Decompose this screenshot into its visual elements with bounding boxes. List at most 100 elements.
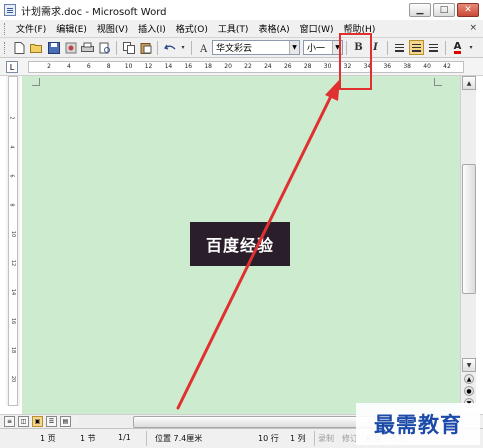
close-button[interactable]: ✕ [457,3,479,17]
align-center-icon [412,43,421,52]
align-right-icon [429,43,438,52]
save-button[interactable] [46,40,61,55]
outline-view-button[interactable]: ☰ [46,416,57,427]
ruler-number: 12 [144,63,153,70]
brand-watermark: 最需教育 [356,403,480,445]
toolbar-grip[interactable] [4,41,7,54]
undo-icon [163,44,175,50]
toolbar-separator [445,40,446,55]
ruler-number: 2 [47,63,51,70]
svg-text:A: A [199,44,208,54]
status-line: 10 行 [258,434,279,443]
vertical-ruler[interactable]: 2 4 6 8 10 12 14 16 18 20 [8,76,18,406]
menu-view[interactable]: 视图(V) [92,22,133,35]
clipboard-icon [140,42,151,54]
vertical-ruler-number: 20 [10,375,17,383]
vertical-ruler-number: 12 [10,259,17,267]
new-document-button[interactable] [12,40,27,55]
print-preview-button[interactable] [97,40,112,55]
menu-format[interactable]: 格式(O) [171,22,213,35]
normal-view-button[interactable]: ≡ [4,416,15,427]
word-document-icon [4,4,16,16]
horizontal-ruler[interactable]: 2 4 6 8 10 12 14 16 18 20 22 24 26 28 30 32 34 36 38 40 42 [28,61,464,73]
align-right-button[interactable] [426,40,441,55]
menu-bar: 文件(F) 编辑(E) 视图(V) 插入(I) 格式(O) 工具(T) 表格(A… [0,20,483,38]
align-center-button[interactable] [409,40,424,55]
status-page-of: 1/1 [118,433,131,442]
menu-grip[interactable] [4,22,7,35]
vertical-scroll-thumb[interactable] [462,164,476,294]
text-style-icon: A [199,44,208,54]
status-section: 1 节 [80,434,96,443]
vertical-ruler-number: 16 [10,317,17,325]
document-close-button[interactable]: × [469,23,477,33]
scroll-up-button[interactable]: ▲ [462,76,476,90]
new-document-icon [14,41,25,54]
undo-button[interactable] [162,40,177,55]
status-page: 1 页 [40,434,56,443]
browse-object-button[interactable]: ● [464,386,474,396]
toolbar-separator [116,40,117,55]
title-bar: 计划需求.doc - Microsoft Word ▁ □ ✕ [0,0,483,20]
print-layout-view-button[interactable]: ▣ [32,416,43,427]
print-button[interactable] [80,40,95,55]
font-size-combobox[interactable]: 小一 ▼ [303,40,343,55]
copy-button[interactable] [121,40,136,55]
scroll-down-button[interactable]: ▼ [462,358,476,372]
font-color-icon: A [453,40,462,54]
font-color-button[interactable]: A [450,40,465,55]
maximize-button[interactable]: □ [433,3,455,17]
vertical-ruler-number: 2 [8,116,15,120]
vertical-ruler-number: 14 [10,288,17,296]
font-size-value: 小一 [307,44,326,54]
align-left-icon [395,43,404,52]
font-name-combobox[interactable]: 华文彩云 ▼ [212,40,300,55]
web-layout-view-button[interactable]: ◫ [18,416,29,427]
ruler-number: 40 [423,63,431,70]
vertical-scrollbar[interactable]: ▲ ▼ ▲ ● ▼ [460,76,476,414]
tab-selector[interactable]: L [6,61,18,73]
menu-edit[interactable]: 编辑(E) [51,22,92,35]
ruler-number: 30 [323,63,332,70]
window-title: 计划需求.doc - Microsoft Word [21,6,167,18]
menu-insert[interactable]: 插入(I) [133,22,171,35]
document-text-selection[interactable]: 百度经验 [190,222,290,266]
menu-window[interactable]: 窗口(W) [295,22,339,35]
highlight-box [339,33,372,90]
previous-page-button[interactable]: ▲ [464,374,474,384]
ruler-number: 38 [403,63,412,70]
vertical-ruler-number: 18 [10,346,17,354]
status-record[interactable]: 录制 [318,433,334,444]
paste-button[interactable] [138,40,153,55]
minimize-button[interactable]: ▁ [409,3,431,17]
window-controls: ▁ □ ✕ [409,3,479,17]
open-button[interactable] [29,40,44,55]
horizontal-scroll-thumb[interactable] [133,416,383,428]
ruler-number: 8 [106,63,111,70]
folder-icon [30,44,42,53]
align-left-button[interactable] [392,40,407,55]
font-name-value: 华文彩云 [216,44,253,54]
printer-icon [81,42,94,52]
toolbar-separator [157,40,158,55]
menu-tools[interactable]: 工具(T) [213,22,254,35]
chevron-down-icon[interactable]: ▼ [289,41,299,54]
menu-table[interactable]: 表格(A) [253,22,294,35]
undo-dropdown[interactable]: ▾ [179,40,187,55]
reading-view-button[interactable]: ▤ [60,416,71,427]
permission-icon [65,42,76,53]
toolbar-separator [191,40,192,55]
ruler-number: 16 [184,63,193,70]
menu-file[interactable]: 文件(F) [11,22,51,35]
ruler-number: 28 [303,63,312,70]
status-separator [146,431,147,446]
ruler-bar: L 2 4 6 8 10 12 14 16 18 20 22 24 26 28 30 32 34 36 38 40 42 [0,58,483,76]
formatting-toolbar: ▾ A 华文彩云 ▼ 小一 ▼ B I A ▾ [0,38,483,58]
permission-button[interactable] [63,40,78,55]
font-color-dropdown[interactable]: ▾ [467,40,475,55]
vertical-ruler-number: 8 [8,203,15,207]
margin-corner-mark [434,78,442,86]
text-style-button[interactable]: A [196,40,211,55]
vertical-ruler-number: 6 [8,174,15,178]
margin-corner-mark [32,78,40,86]
